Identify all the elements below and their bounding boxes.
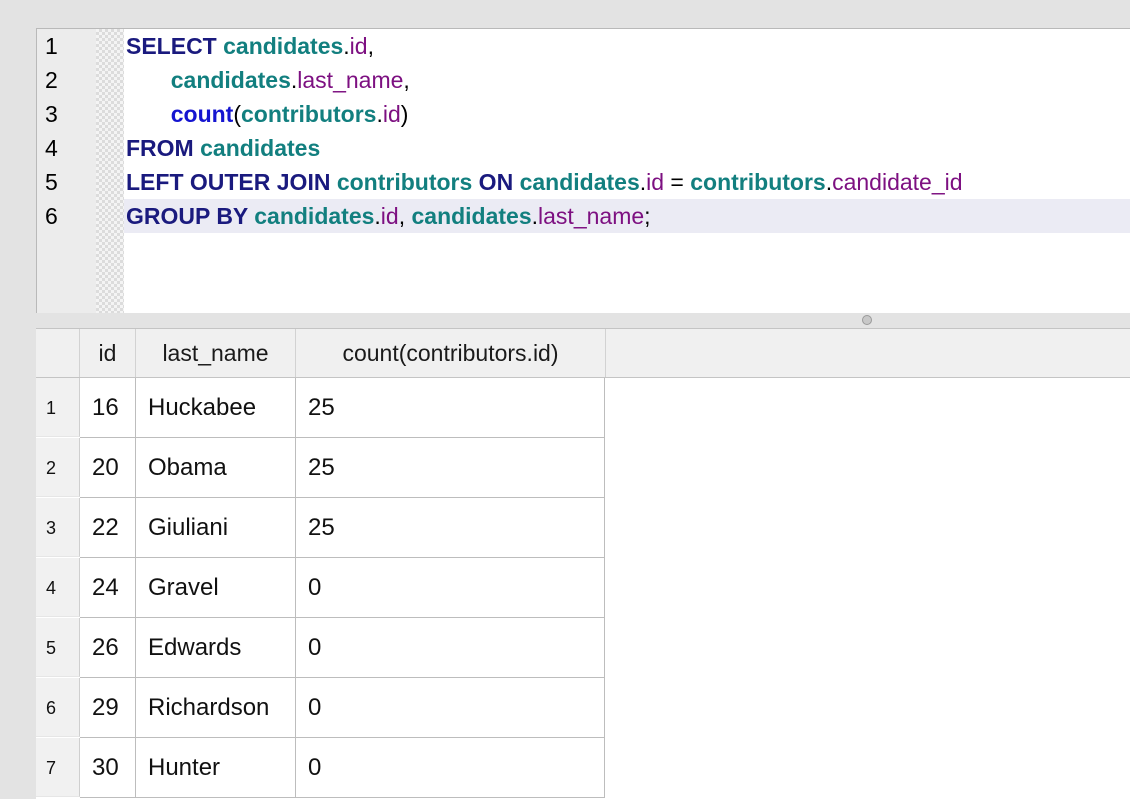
code-token: LEFT OUTER JOIN [126,169,337,195]
cell-id[interactable]: 22 [80,498,136,558]
line-number: 2 [45,67,58,93]
pane-splitter[interactable] [36,313,1130,327]
cell-id[interactable]: 26 [80,618,136,678]
cell-count[interactable]: 0 [296,678,605,738]
code-token: FROM [126,135,201,161]
code-token: count [170,101,234,127]
line-number: 6 [45,203,58,229]
code-token: contributors [241,101,377,127]
code-token: ON [472,169,520,195]
code-token: candidates [223,33,344,59]
code-token: id [382,101,401,127]
line-number: 3 [45,101,58,127]
row-number[interactable]: 3 [36,498,80,557]
cell-id[interactable]: 29 [80,678,136,738]
cell-count[interactable]: 0 [296,558,605,618]
cell-last-name[interactable]: Hunter [136,738,296,798]
line-number: 4 [45,135,58,161]
cell-count[interactable]: 0 [296,618,605,678]
cell-count[interactable]: 25 [296,438,605,498]
row-number[interactable]: 4 [36,558,80,617]
code-token: , [367,33,374,59]
cell-last-name[interactable]: Gravel [136,558,296,618]
line-number-gutter: 1 2 3 4 5 6 [37,29,96,313]
line-number: 1 [45,33,58,59]
row-number[interactable]: 1 [36,378,80,437]
row-number[interactable]: 5 [36,618,80,677]
code-token: GROUP BY [126,203,255,229]
code-token: last_name [297,67,404,93]
code-token: id [349,33,368,59]
code-token: contributors [690,169,826,195]
code-token: id [646,169,665,195]
code-token: id [380,203,399,229]
column-header-count[interactable]: count(contributors.id) [296,329,606,377]
cell-count[interactable]: 25 [296,378,605,438]
code-token: = [664,169,691,195]
splitter-handle[interactable] [862,315,872,325]
cell-id[interactable]: 20 [80,438,136,498]
results-header: id last_name count(contributors.id) [36,329,1130,378]
results-grid[interactable]: id last_name count(contributors.id) 1 16 H… [36,328,1130,799]
code-token: candidate_id [832,169,963,195]
column-header-id[interactable]: id [80,329,136,377]
sql-editor[interactable]: 1 2 3 4 5 6 SELECT candidates.id, candidates.… [36,28,1130,314]
table-row[interactable]: 1 16 Huckabee 25 [36,378,605,438]
code-token: , [398,203,412,229]
line-number: 5 [45,169,58,195]
code-token: candidates [411,203,532,229]
cell-id[interactable]: 24 [80,558,136,618]
code-token: ; [644,203,651,229]
code-token: last_name [538,203,645,229]
code-line[interactable]: SELECT candidates.id, [126,29,374,63]
cell-last-name[interactable]: Giuliani [136,498,296,558]
table-row[interactable]: 2 20 Obama 25 [36,438,605,498]
table-row[interactable]: 7 30 Hunter 0 [36,738,605,798]
code-token: , [403,67,410,93]
code-token: ) [400,101,409,127]
code-token: candidates [519,169,640,195]
cell-count[interactable]: 0 [296,738,605,798]
code-token: candidates [254,203,375,229]
table-row[interactable]: 6 29 Richardson 0 [36,678,605,738]
cell-last-name[interactable]: Richardson [136,678,296,738]
row-number-header [36,329,80,377]
code-line[interactable]: candidates.last_name, [126,63,410,97]
code-token: candidates [200,135,321,161]
code-line[interactable]: FROM candidates [126,131,320,165]
code-token: SELECT [126,33,224,59]
code-line[interactable]: GROUP BY candidates.id, candidates.last_… [126,199,651,233]
cell-count[interactable]: 25 [296,498,605,558]
table-row[interactable]: 5 26 Edwards 0 [36,618,605,678]
column-header-last-name[interactable]: last_name [136,329,296,377]
cell-id[interactable]: 30 [80,738,136,798]
code-token: ( [233,101,242,127]
row-number[interactable]: 2 [36,438,80,497]
cell-last-name[interactable]: Edwards [136,618,296,678]
row-number[interactable]: 7 [36,738,80,797]
fold-margin [96,29,124,313]
code-token: contributors [336,169,473,195]
code-token: candidates [170,67,291,93]
code-line[interactable]: LEFT OUTER JOIN contributors ON candidat… [126,165,963,199]
cell-last-name[interactable]: Obama [136,438,296,498]
row-number[interactable]: 6 [36,678,80,737]
table-row[interactable]: 4 24 Gravel 0 [36,558,605,618]
code-line[interactable]: count(contributors.id) [126,97,409,131]
table-row[interactable]: 3 22 Giuliani 25 [36,498,605,558]
cell-id[interactable]: 16 [80,378,136,438]
cell-last-name[interactable]: Huckabee [136,378,296,438]
